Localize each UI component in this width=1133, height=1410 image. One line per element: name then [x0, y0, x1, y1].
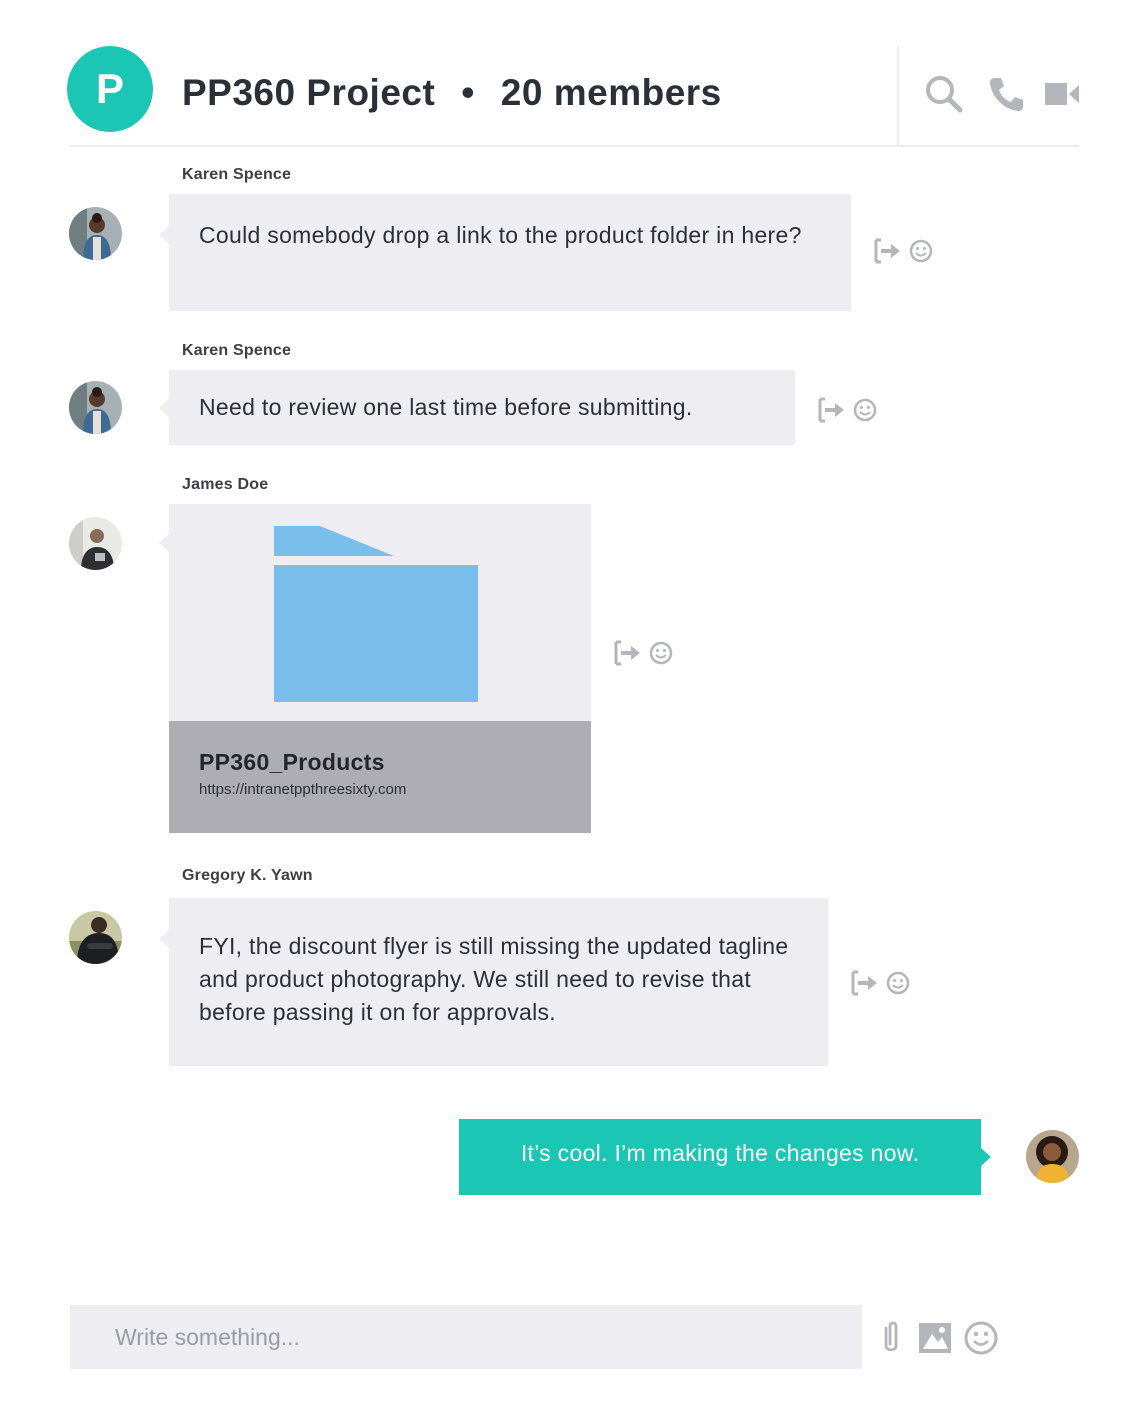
message-actions	[613, 640, 675, 666]
message-sender[interactable]: James Doe	[182, 476, 268, 494]
header-divider	[897, 46, 899, 145]
message-bubble: Could somebody drop a link to the produc…	[159, 194, 851, 311]
share-icon[interactable]	[817, 397, 845, 423]
own-message-text: It’s cool. I’m making the changes now.	[520, 1140, 920, 1166]
paperclip-icon[interactable]	[876, 1320, 906, 1356]
message-bubble: Need to review one last time before subm…	[159, 370, 795, 445]
message-text: Need to review one last time before subm…	[199, 394, 693, 420]
file-attachment[interactable]: PP360_Products https://intranetppthreesi…	[159, 504, 591, 833]
emoji-icon[interactable]	[907, 238, 935, 264]
message-actions	[817, 397, 879, 423]
file-meta: PP360_Products https://intranetppthreesi…	[169, 721, 591, 833]
header-rule	[70, 145, 1079, 147]
avatar-current-user[interactable]	[1026, 1130, 1079, 1183]
image-icon[interactable]	[917, 1320, 953, 1356]
message-sender[interactable]: Karen Spence	[182, 342, 291, 360]
message-actions	[850, 970, 912, 996]
message-sender[interactable]: Karen Spence	[182, 166, 291, 184]
group-avatar[interactable]: P	[67, 46, 153, 132]
file-name[interactable]: PP360_Products	[199, 749, 385, 776]
emoji-icon[interactable]	[851, 397, 879, 423]
message-text: Could somebody drop a link to the produc…	[199, 222, 802, 248]
share-icon[interactable]	[613, 640, 641, 666]
chat-title: PP360 Project • 20 members	[182, 72, 722, 114]
search-icon[interactable]	[924, 74, 964, 114]
share-icon[interactable]	[850, 970, 878, 996]
avatar-james-doe[interactable]	[69, 517, 122, 570]
message-text: FYI, the discount flyer is still missing…	[199, 933, 789, 1025]
message-sender[interactable]: Gregory K. Yawn	[182, 867, 313, 885]
chat-header: P PP360 Project • 20 members	[0, 0, 1133, 147]
file-url[interactable]: https://intranetppthreesixty.com	[199, 781, 406, 798]
message-input[interactable]	[70, 1305, 862, 1369]
emoji-icon[interactable]	[884, 970, 912, 996]
title-separator: •	[461, 72, 475, 113]
avatar-karen-spence[interactable]	[69, 207, 122, 260]
group-name: PP360 Project	[182, 72, 436, 113]
message-actions	[873, 238, 935, 264]
folder-icon	[274, 526, 478, 702]
phone-icon[interactable]	[986, 74, 1026, 114]
emoji-icon[interactable]	[963, 1320, 999, 1356]
emoji-icon[interactable]	[647, 640, 675, 666]
message-bubble: FYI, the discount flyer is still missing…	[159, 898, 828, 1066]
own-message-bubble: It’s cool. I’m making the changes now.	[459, 1119, 991, 1195]
avatar-karen-spence[interactable]	[69, 381, 122, 434]
avatar-gregory-k-yawn[interactable]	[69, 911, 122, 964]
member-count[interactable]: 20 members	[501, 72, 722, 113]
share-icon[interactable]	[873, 238, 901, 264]
video-camera-icon[interactable]	[1045, 74, 1079, 114]
